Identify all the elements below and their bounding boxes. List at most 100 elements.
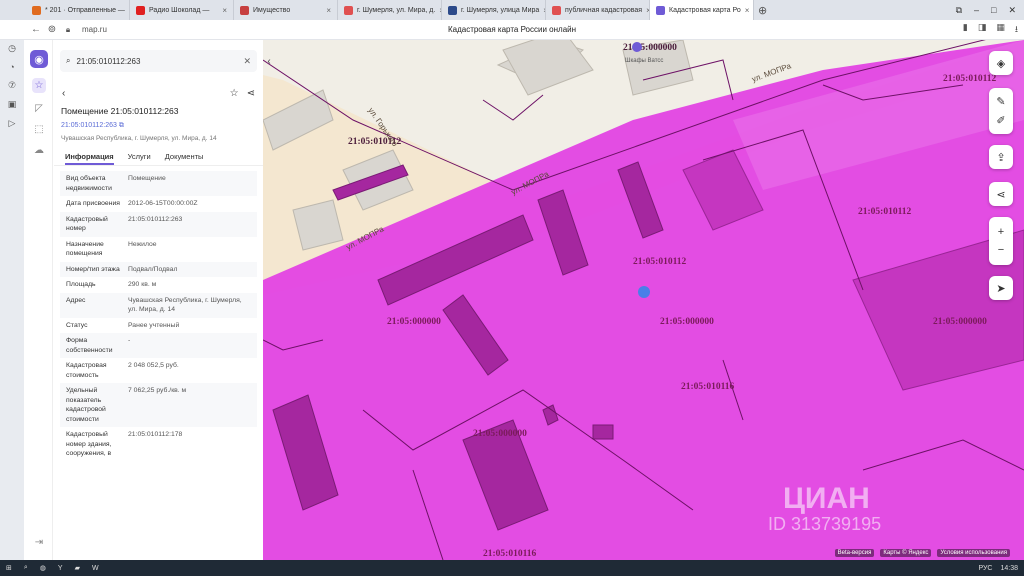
app-logo[interactable]: ◉ — [30, 50, 48, 68]
info-row: Кадастровая стоимость 2 048 052,5 руб. — [60, 358, 257, 383]
upload-button[interactable]: ⇪ — [989, 145, 1013, 169]
property-address: Чувашская Республика, г. Шумерля, ул. Ми… — [61, 135, 217, 142]
label-cad-6: 21:05:000000 — [660, 317, 714, 327]
zoom-in-icon[interactable]: + — [998, 226, 1004, 238]
poi-icon[interactable] — [632, 42, 642, 52]
logout-icon[interactable]: ⇥ — [35, 537, 43, 548]
folder-icon[interactable]: ▰ — [75, 564, 80, 572]
map-canvas[interactable]: 21:05:000000 21:05:010112 21:05:010112 2… — [263, 40, 1024, 560]
info-key: Вид объекта недвижимости — [66, 175, 112, 192]
tab-documents[interactable]: Документы — [165, 150, 204, 165]
clear-search-icon[interactable]: ✕ — [243, 56, 251, 67]
search-input[interactable]: 21:05:010112:263 — [76, 57, 140, 66]
panel-header: ‹ ☆ ⋖ — [54, 86, 263, 100]
history-icon[interactable]: ◷ — [8, 43, 16, 54]
browser-tab[interactable]: г. Шумерля, улица Мира× — [442, 0, 546, 20]
app-icon[interactable]: ▦ — [996, 22, 1005, 38]
tab-label: г. Шумерля, улица Мира — [461, 6, 540, 14]
minimize-icon[interactable]: – — [974, 5, 979, 16]
os-sidebar: ◀ ◷ ◔ ⑦ ▣ ▷ — [0, 0, 24, 560]
cloud-icon[interactable]: ☁ — [34, 145, 44, 156]
zoom-controls[interactable]: + − — [989, 217, 1013, 265]
edit-tools[interactable]: ✎ ✐ — [989, 88, 1013, 134]
browser-tab[interactable]: * 201 · Отправленные — × — [26, 0, 130, 20]
share-map-button[interactable]: ⋖ — [989, 182, 1013, 206]
square-select-icon[interactable]: ⬚ — [34, 124, 43, 135]
maximize-icon[interactable]: □ — [991, 5, 996, 16]
tab-close-icon[interactable]: × — [745, 6, 750, 15]
bookmark-icon[interactable]: ▮ — [963, 22, 968, 38]
location-marker[interactable] — [638, 286, 650, 298]
back-arrow-icon[interactable]: ‹ — [62, 88, 65, 99]
search-taskbar-icon[interactable]: ⌕ — [24, 564, 28, 572]
tab-close-icon[interactable]: × — [326, 6, 331, 15]
lang-indicator[interactable]: РУС — [978, 565, 992, 572]
info-key: Адрес — [66, 296, 86, 304]
ruler-icon[interactable]: ◸ — [35, 103, 43, 114]
copy-icon[interactable]: ⧉ — [119, 122, 124, 129]
map-svg[interactable]: 21:05:000000 21:05:010112 21:05:010112 2… — [263, 40, 1024, 560]
tab-list-icon[interactable]: ⧉ — [956, 5, 962, 16]
app-nav: ◉ ☆ ◸ ⬚ ☁ ⇥ — [26, 40, 53, 560]
beta-badge[interactable]: Beta-версия — [834, 549, 875, 557]
info-row: Дата присвоения 2012-06-15T00:00:00Z — [60, 196, 257, 212]
ruler-tool-icon[interactable]: ✎ — [996, 95, 1005, 108]
collapse-panel-icon[interactable]: ‹ — [263, 52, 275, 70]
system-tray: РУС 14:38 — [978, 565, 1018, 572]
window-controls[interactable]: ⧉ – □ ✕ — [956, 5, 1016, 16]
browser-tab[interactable]: Кадастровая карта Ро × — [650, 0, 754, 20]
extensions-icon[interactable]: ◨ — [978, 22, 987, 38]
close-icon[interactable]: ✕ — [1008, 5, 1016, 16]
watermark-id: ID 313739195 — [768, 514, 881, 534]
info-value: - — [128, 337, 131, 345]
url-text[interactable]: map.ru — [82, 25, 107, 34]
edge-icon[interactable]: ◍ — [40, 564, 46, 572]
info-key: Кадастровый номер здания, сооружения, в — [66, 431, 112, 458]
play-icon[interactable]: ▷ — [9, 118, 16, 129]
screenshot-icon[interactable]: ▣ — [8, 99, 17, 110]
tab-label: публичная кадастровая — [565, 6, 643, 14]
zoom-out-icon[interactable]: − — [998, 244, 1004, 256]
info-row: Площадь 290 кв. м — [60, 277, 257, 293]
clock-icon[interactable]: ◔ — [9, 62, 14, 72]
label-cad-8: 21:05:010116 — [681, 382, 735, 392]
copyright-text[interactable]: Карты © Яндекс — [880, 549, 932, 557]
terms-link[interactable]: Условия использования — [937, 549, 1010, 557]
share-icon[interactable]: ⋖ — [247, 88, 255, 99]
draw-tool-icon[interactable]: ✐ — [996, 114, 1005, 127]
browser-tab[interactable]: публичная кадастровая× — [546, 0, 650, 20]
search-box[interactable]: ⌕ 21:05:010112:263 ✕ — [60, 50, 257, 72]
download-icon[interactable]: ⭳ — [1015, 22, 1018, 38]
tab-close-icon[interactable]: × — [222, 6, 227, 15]
page-title: Кадастровая карта России онлайн — [447, 25, 577, 34]
tab-services[interactable]: Услуги — [128, 150, 151, 165]
word-icon[interactable]: W — [92, 565, 99, 572]
info-key: Кадастровая стоимость — [66, 362, 107, 379]
label-cad-1: 21:05:000000 — [623, 43, 677, 53]
new-tab-button[interactable]: ⊕ — [758, 4, 767, 17]
browser-tab[interactable]: г. Шумерля, ул. Мира, д.× — [338, 0, 442, 20]
label-cad-11: 21:05:000000 — [473, 429, 527, 439]
map-footer: Beta-версия Карты © Яндекс Условия испол… — [834, 549, 1010, 557]
cadastral-link-text[interactable]: 21:05:010112:263 — [61, 122, 117, 129]
address-actions: ▮ ◨ ▦ ⭳ — [963, 22, 1018, 38]
info-key: Форма собственности — [66, 337, 113, 354]
yandex-icon[interactable]: Y — [58, 565, 63, 572]
clock[interactable]: 14:38 — [1000, 565, 1018, 572]
cadastral-link[interactable]: 21:05:010112:263 ⧉ — [54, 122, 263, 130]
info-row: Вид объекта недвижимости Помещение — [60, 171, 257, 197]
seven-icon[interactable]: ⑦ — [8, 80, 16, 91]
start-icon[interactable]: ⊞ — [6, 564, 12, 572]
browser-tab[interactable]: Имущество × — [234, 0, 338, 20]
info-value: 2012-06-15T00:00:00Z — [128, 200, 198, 208]
info-value: 2 048 052,5 руб. — [128, 362, 179, 370]
tab-info[interactable]: Информация — [65, 150, 114, 165]
browser-tab[interactable]: Радио Шоколад — × — [130, 0, 234, 20]
favorites-icon[interactable]: ☆ — [31, 78, 47, 93]
locate-button[interactable]: ➤ — [989, 276, 1013, 300]
info-key: Удельный показатель кадастровой стоимост… — [66, 387, 106, 423]
layers-button[interactable]: ◈ — [989, 51, 1013, 75]
shield-icon[interactable]: ⊚ — [44, 24, 60, 35]
star-icon[interactable]: ☆ — [230, 88, 239, 99]
back-nav-icon[interactable]: ← — [28, 24, 44, 35]
